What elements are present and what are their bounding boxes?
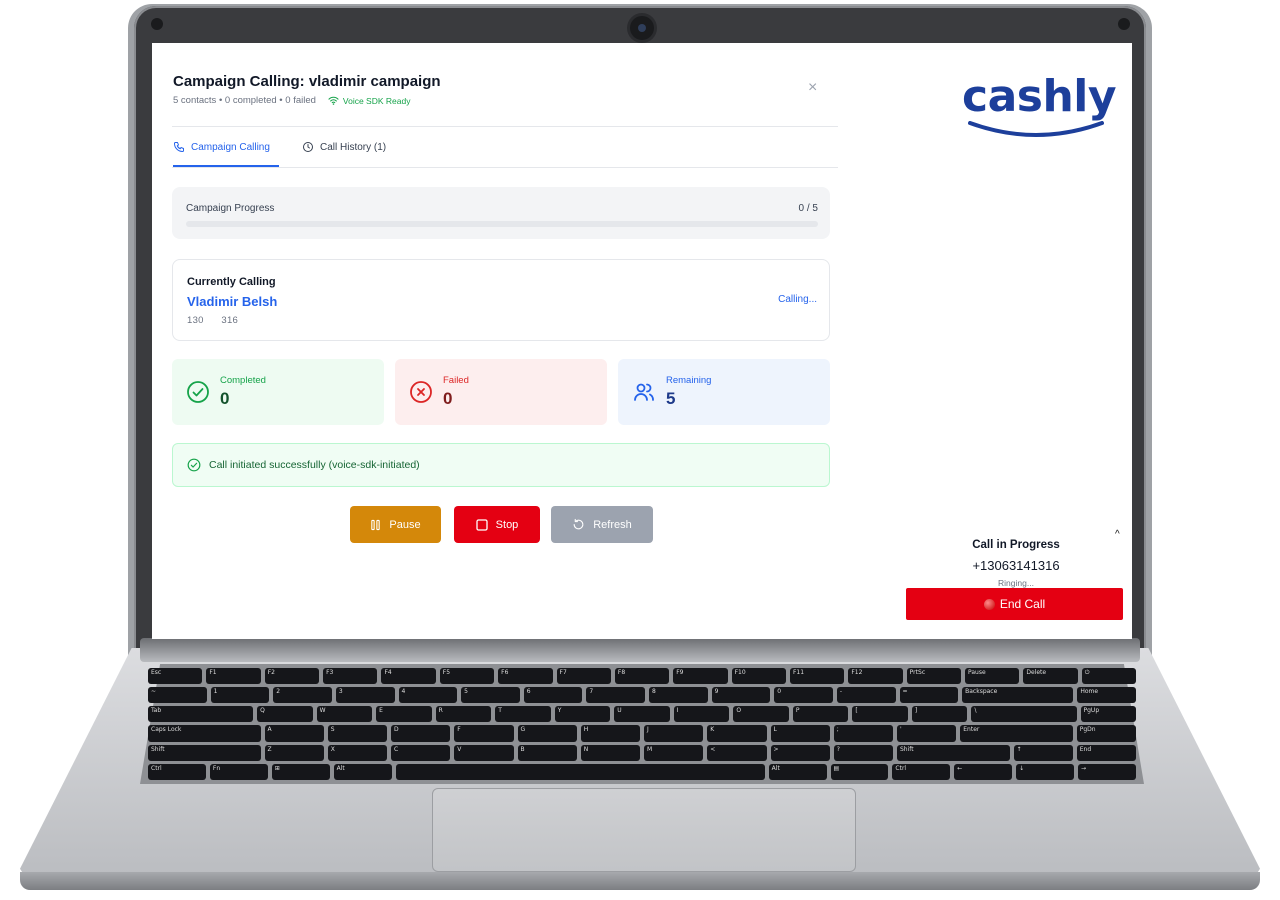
clock-icon	[303, 142, 313, 152]
pause-button[interactable]: Pause	[350, 506, 441, 543]
wifi-icon	[328, 96, 339, 105]
tab-label: Campaign Calling	[191, 141, 270, 153]
tabs-divider	[172, 167, 838, 168]
laptop-hinge	[140, 638, 1140, 662]
logo-swoosh	[968, 121, 1104, 137]
remaining-stat-card: Remaining 5	[618, 359, 830, 425]
stop-button[interactable]: Stop	[454, 506, 540, 543]
sdk-status-label: Voice SDK Ready	[342, 95, 411, 106]
pause-button-label: Pause	[389, 518, 421, 531]
progress-bar	[186, 221, 818, 227]
users-icon	[634, 383, 654, 401]
modal-title: Campaign Calling: vladimir campaign	[173, 73, 441, 90]
call-in-progress-status: Ringing...	[998, 578, 1034, 588]
stat-value: 0	[220, 389, 230, 408]
refresh-button-label: Refresh	[593, 518, 632, 531]
cashly-logo: cashly	[962, 71, 1117, 141]
logo-wordmark: cashly	[962, 71, 1117, 122]
laptop-base-lip	[20, 872, 1260, 890]
close-icon[interactable]: ×	[808, 79, 817, 97]
end-call-label: End Call	[999, 597, 1046, 611]
laptop-mockup: Esc F1 F2 F3 F4 F5 F6 F7 F8 F9 F10 F11 F12 PrtSc Pause…	[0, 0, 1280, 900]
tab-call-history[interactable]: Call History (1)	[302, 141, 386, 153]
stat-value: 0	[443, 389, 453, 408]
lid-bumper	[1118, 18, 1130, 30]
campaign-calling-modal: Campaign Calling: vladimir campaign 5 co…	[172, 43, 838, 639]
x-circle-icon	[410, 381, 432, 403]
stat-label: Completed	[220, 375, 266, 386]
sdk-status: Voice SDK Ready	[328, 95, 411, 106]
lid-bumper	[151, 18, 163, 30]
completed-stat-card: Completed 0	[172, 359, 384, 425]
contact-number: 130 316	[187, 315, 239, 326]
record-dot-icon	[983, 598, 995, 610]
currently-calling-heading: Currently Calling	[187, 276, 276, 288]
stat-value: 5	[666, 389, 676, 408]
progress-count: 0 / 5	[798, 203, 818, 214]
success-alert: Call initiated successfully (voice-sdk-i…	[172, 443, 830, 487]
refresh-button[interactable]: Refresh	[551, 506, 653, 543]
contact-name: Vladimir Belsh	[187, 294, 278, 309]
progress-label: Campaign Progress	[186, 203, 275, 214]
screen: Campaign Calling: vladimir campaign 5 co…	[152, 43, 1132, 639]
stat-label: Failed	[443, 375, 469, 386]
modal-subtitle: 5 contacts • 0 completed • 0 failed Voic…	[173, 95, 410, 106]
campaign-progress-card: Campaign Progress 0 / 5	[172, 187, 830, 239]
refresh-icon	[573, 518, 584, 530]
currently-calling-card: Currently Calling Vladimir Belsh 130 316…	[172, 259, 830, 341]
call-in-progress-number: +13063141316	[972, 558, 1060, 573]
failed-stat-card: Failed 0	[395, 359, 607, 425]
square-icon	[476, 518, 488, 531]
check-circle-icon	[187, 381, 209, 403]
pause-icon	[371, 519, 381, 530]
tab-campaign-calling[interactable]: Campaign Calling	[173, 141, 270, 153]
end-call-button[interactable]: End Call	[906, 588, 1123, 620]
webcam-icon	[630, 16, 654, 40]
call-in-progress-title: Call in Progress	[972, 539, 1060, 551]
stat-label: Remaining	[666, 375, 712, 386]
alert-text: Call initiated successfully (voice-sdk-i…	[209, 459, 420, 471]
phone-icon	[174, 142, 184, 152]
check-circle-icon	[187, 458, 201, 472]
trackpad	[432, 788, 856, 872]
tab-label: Call History (1)	[320, 141, 387, 153]
header-divider	[172, 126, 838, 127]
stop-button-label: Stop	[495, 518, 519, 531]
keyboard: Esc F1 F2 F3 F4 F5 F6 F7 F8 F9 F10 F11 F12 PrtSc Pause…	[148, 668, 1137, 780]
contact-summary: 5 contacts • 0 completed • 0 failed	[173, 95, 316, 106]
call-status: Calling...	[778, 294, 817, 305]
